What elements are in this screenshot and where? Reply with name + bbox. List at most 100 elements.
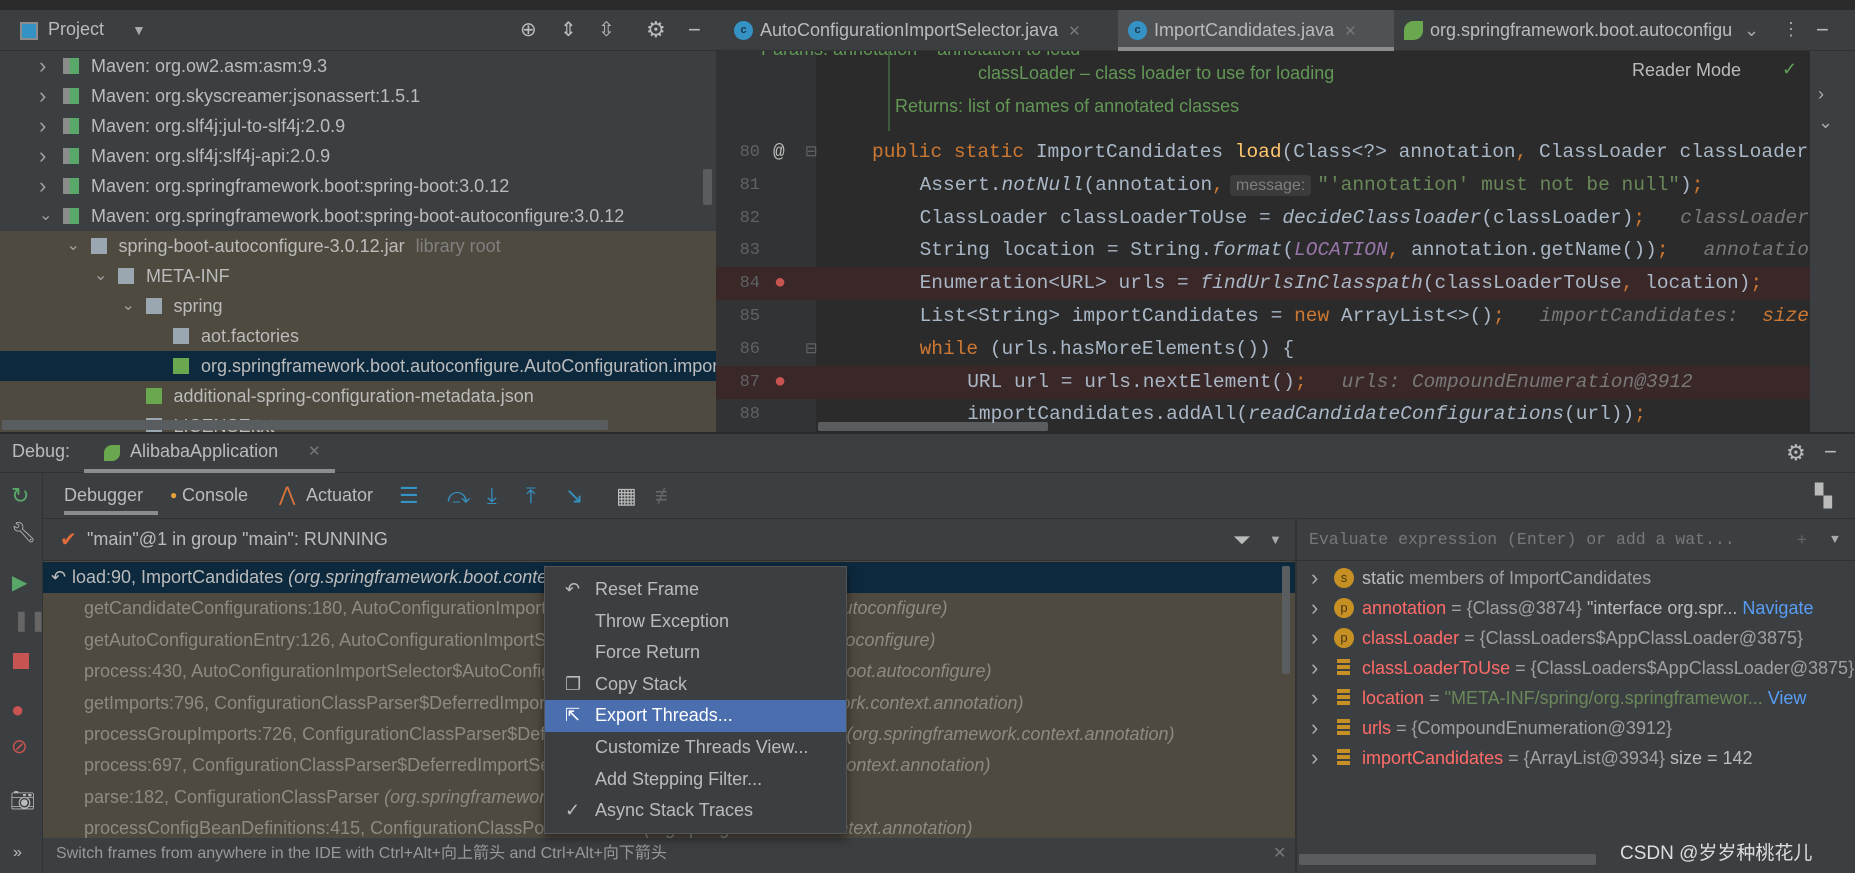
rerun-icon[interactable]: ↻ bbox=[11, 485, 29, 507]
step-over-icon[interactable]: ⤼ bbox=[447, 485, 471, 507]
menu-item[interactable]: Customize Threads View... bbox=[545, 732, 846, 764]
reader-mode-button[interactable]: Reader Mode bbox=[1632, 60, 1741, 81]
variable-row[interactable]: › classLoaderToUse = {ClassLoaders$AppCla… bbox=[1297, 653, 1855, 683]
wrench-icon[interactable]: 🔧︎ bbox=[11, 523, 36, 543]
more-icon[interactable]: ⋮ bbox=[1782, 20, 1800, 38]
thread-selector[interactable]: ✔ "main"@1 in group "main": RUNNING ⏷ ▼ bbox=[43, 519, 1295, 561]
evaluate-input[interactable]: Evaluate expression (Enter) or add a wat… bbox=[1297, 519, 1855, 561]
resume-icon[interactable]: ▶ bbox=[12, 573, 27, 593]
tab-console[interactable]: Console bbox=[182, 485, 248, 506]
chevron-down-icon[interactable]: ⌄ bbox=[94, 261, 107, 291]
chevron-right-icon[interactable]: › bbox=[39, 51, 46, 81]
view-breakpoints-icon[interactable]: ● bbox=[11, 699, 24, 721]
close-icon[interactable]: ✕ bbox=[308, 442, 321, 460]
code-editor[interactable]: Params: annotation – annotation to load … bbox=[716, 51, 1810, 432]
chevron-right-icon[interactable]: › bbox=[1818, 85, 1824, 103]
tabs-dropdown-icon[interactable]: ⌄ bbox=[1744, 21, 1759, 39]
menu-item[interactable]: ✓ Async Stack Traces bbox=[545, 795, 846, 827]
navigate-link[interactable]: Navigate bbox=[1737, 598, 1813, 618]
variable-row[interactable]: › p classLoader = {ClassLoaders$AppClassLo… bbox=[1297, 623, 1855, 653]
editor-tab[interactable]: c AutoConfigurationImportSelector.java ✕ bbox=[724, 10, 1118, 51]
chevron-down-icon[interactable]: ▼ bbox=[132, 22, 146, 38]
close-tab-icon[interactable]: ✕ bbox=[1344, 23, 1357, 40]
tree-item[interactable]: additional-spring-configuration-metadata… bbox=[0, 381, 716, 411]
chevron-down-icon[interactable]: ⌄ bbox=[1818, 113, 1833, 131]
editor-tab[interactable]: org.springframework.boot.autoconfigure.A… bbox=[1394, 10, 1733, 51]
tab-debugger[interactable]: Debugger bbox=[64, 485, 143, 506]
evaluate-expression-icon[interactable]: ▦ bbox=[616, 485, 637, 507]
breakpoint-icon[interactable]: ● bbox=[774, 366, 786, 399]
breakpoint-icon[interactable]: ● bbox=[774, 267, 786, 300]
close-tab-icon[interactable]: ✕ bbox=[1068, 23, 1081, 40]
camera-icon[interactable]: 📷︎ bbox=[10, 791, 35, 811]
tree-item[interactable]: ⌄ spring-boot-autoconfigure-3.0.12.jar li… bbox=[0, 231, 716, 261]
chevron-down-icon[interactable]: ▼ bbox=[1269, 533, 1282, 546]
tree-item[interactable]: ⌄ spring bbox=[0, 291, 716, 321]
minimize-icon[interactable]: − bbox=[688, 19, 701, 41]
menu-item[interactable]: ↶ Reset Frame bbox=[545, 574, 846, 606]
chevron-right-icon[interactable]: › bbox=[1311, 563, 1318, 593]
chevron-right-icon[interactable]: › bbox=[1311, 593, 1318, 623]
minimize-icon[interactable]: − bbox=[1816, 19, 1829, 41]
project-tree-hscrollbar[interactable] bbox=[2, 420, 608, 430]
menu-item[interactable]: Throw Exception bbox=[545, 606, 846, 638]
filter-icon[interactable]: ⏷ bbox=[1233, 529, 1251, 551]
step-into-icon[interactable]: ⤓ bbox=[487, 485, 497, 507]
variable-row[interactable]: › s static members of ImportCandidates bbox=[1297, 563, 1855, 593]
tab-actuator[interactable]: Actuator bbox=[306, 485, 373, 506]
fold-icon[interactable]: ⊟ bbox=[805, 136, 818, 169]
variable-row[interactable]: › importCandidates = {ArrayList@3934} siz… bbox=[1297, 743, 1855, 773]
chevron-down-icon[interactable]: ⌄ bbox=[67, 231, 80, 261]
tree-item[interactable]: › Maven: org.springframework.boot:spring-… bbox=[0, 171, 716, 201]
chevron-right-icon[interactable]: › bbox=[1311, 743, 1318, 773]
step-out-icon[interactable]: ⤒ bbox=[526, 485, 536, 507]
editor-tab[interactable]: c ImportCandidates.java ✕ bbox=[1118, 10, 1394, 51]
tree-item[interactable]: › Maven: org.skyscreamer:jsonassert:1.5.1 bbox=[0, 81, 716, 111]
run-to-cursor-icon[interactable]: ↘ bbox=[565, 485, 583, 507]
chevron-right-icon[interactable]: › bbox=[39, 81, 46, 111]
chevron-down-icon[interactable]: ⌄ bbox=[39, 201, 52, 231]
variable-row[interactable]: › urls = {CompoundEnumeration@3912} bbox=[1297, 713, 1855, 743]
chevron-right-icon[interactable]: › bbox=[1311, 653, 1318, 683]
menu-item[interactable]: ❐ Copy Stack bbox=[545, 669, 846, 701]
chevron-right-icon[interactable]: › bbox=[39, 141, 46, 171]
view-link[interactable]: View bbox=[1763, 688, 1807, 708]
frames-scrollbar[interactable] bbox=[1282, 566, 1290, 674]
project-view-selector[interactable]: Project bbox=[48, 19, 104, 40]
show-execution-point-icon[interactable]: ☰ bbox=[399, 485, 419, 507]
chevron-down-icon[interactable]: ⌄ bbox=[122, 291, 135, 321]
session-tab[interactable]: AlibabaApplication bbox=[130, 441, 278, 462]
close-hint-icon[interactable]: ✕ bbox=[1273, 838, 1286, 870]
mute-breakpoints-icon[interactable]: ⊘ bbox=[11, 737, 28, 757]
fold-icon[interactable]: ⊟ bbox=[805, 333, 818, 366]
tree-item[interactable]: ⌄ META-INF bbox=[0, 261, 716, 291]
tree-item[interactable]: org.springframework.boot.autoconfigure.A… bbox=[0, 351, 716, 381]
chevron-right-icon[interactable]: › bbox=[39, 171, 46, 201]
variable-row[interactable]: › p annotation = {Class@3874} "interface o… bbox=[1297, 593, 1855, 623]
trace-icon[interactable]: ≢ bbox=[655, 485, 677, 507]
tree-item[interactable]: › Maven: org.slf4j:slf4j-api:2.0.9 bbox=[0, 141, 716, 171]
gear-icon[interactable]: ⚙ bbox=[646, 19, 666, 41]
pause-icon[interactable]: ❚❚ bbox=[13, 611, 47, 631]
menu-item[interactable]: ⇱ Export Threads... bbox=[545, 700, 846, 732]
layout-icon[interactable]: ▚ bbox=[1815, 485, 1832, 507]
variable-row[interactable]: › location = "META-INF/spring/org.springf… bbox=[1297, 683, 1855, 713]
stop-icon[interactable] bbox=[13, 653, 29, 669]
chevron-right-icon[interactable]: › bbox=[1311, 623, 1318, 653]
project-tree-scrollbar[interactable] bbox=[703, 169, 712, 205]
tree-item[interactable]: › Maven: org.ow2.asm:asm:9.3 bbox=[0, 51, 716, 81]
chevron-right-icon[interactable]: › bbox=[1311, 713, 1318, 743]
implements-icon[interactable]: @ bbox=[773, 136, 785, 169]
tree-item[interactable]: ⌄ Maven: org.springframework.boot:spring-… bbox=[0, 201, 716, 231]
chevron-down-icon[interactable]: ▼ bbox=[1831, 519, 1839, 561]
locate-icon[interactable]: ⊕ bbox=[520, 20, 537, 40]
add-watch-icon[interactable]: + bbox=[1797, 519, 1807, 561]
chevron-right-icon[interactable]: › bbox=[1311, 683, 1318, 713]
tree-item[interactable]: aot.factories bbox=[0, 321, 716, 351]
variables-hscrollbar[interactable] bbox=[1299, 854, 1596, 865]
collapse-all-icon[interactable]: ⇳ bbox=[598, 20, 615, 40]
menu-item[interactable]: Force Return bbox=[545, 637, 846, 669]
minimize-icon[interactable]: − bbox=[1824, 441, 1837, 463]
more-icon[interactable]: » bbox=[13, 845, 22, 861]
menu-item[interactable]: Add Stepping Filter... bbox=[545, 764, 846, 796]
